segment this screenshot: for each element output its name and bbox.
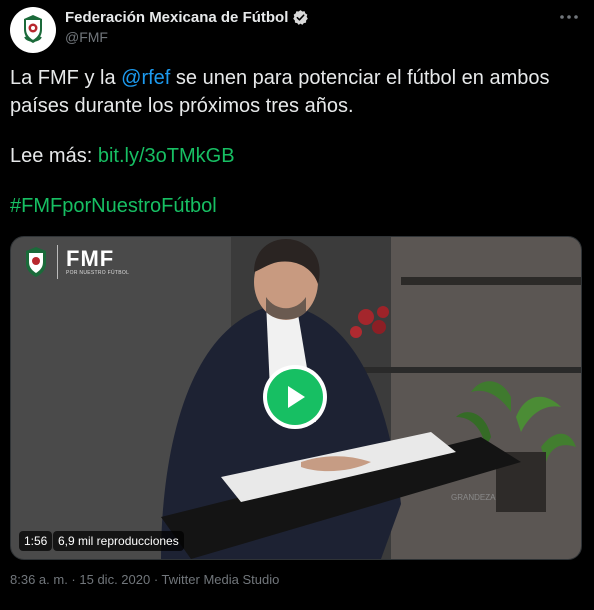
video-player[interactable]: GRANDEZA FMF POR NUESTRO FÚTBOL 1:56 6,9… — [10, 236, 582, 560]
author-display-name[interactable]: Federación Mexicana de Fútbol — [65, 9, 288, 26]
avatar[interactable] — [10, 7, 56, 53]
tweet-line-pre: La FMF y la — [10, 67, 122, 89]
verified-badge-icon — [293, 10, 309, 25]
read-more-label: Lee más: — [10, 145, 98, 167]
broadcast-logo: FMF POR NUESTRO FÚTBOL — [23, 245, 129, 279]
mention-link[interactable]: @rfef — [121, 67, 170, 89]
short-link[interactable]: bit.ly/3oTMkGB — [98, 145, 235, 167]
more-options-icon[interactable] — [558, 9, 580, 25]
hashtag-link[interactable]: #FMFporNuestroFútbol — [10, 195, 217, 217]
author-name-row[interactable]: Federación Mexicana de Fútbol — [65, 9, 309, 26]
brand-subtext: POR NUESTRO FÚTBOL — [66, 270, 130, 276]
brand-wordmark: FMF — [66, 246, 115, 271]
fmf-crest-icon — [24, 15, 42, 43]
tweet-date[interactable]: 15 dic. 2020 — [79, 572, 150, 587]
meta-separator: · — [67, 572, 80, 587]
tweet-time[interactable]: 8:36 a. m. — [10, 572, 68, 587]
meta-separator: · — [150, 572, 162, 587]
tweet-source[interactable]: Twitter Media Studio — [162, 572, 280, 587]
author-handle[interactable]: @FMF — [65, 29, 108, 45]
read-more-line: Lee más: bit.ly/3oTMkGB — [10, 142, 580, 170]
tweet-metadata: 8:36 a. m. · 15 dic. 2020 · Twitter Medi… — [10, 572, 279, 587]
play-icon — [288, 386, 305, 408]
video-duration: 1:56 — [19, 531, 53, 551]
tweet-card: Federación Mexicana de Fútbol @FMF La FM… — [0, 0, 594, 610]
play-button[interactable] — [263, 365, 327, 429]
tweet-text: La FMF y la @rfef se unen para potenciar… — [10, 64, 580, 220]
background-caption: GRANDEZA — [451, 493, 496, 502]
tweet-body: La FMF y la @rfef se unen para potenciar… — [10, 64, 580, 120]
view-count: 6,9 mil reproducciones — [53, 531, 184, 551]
fmf-crest-icon — [26, 247, 46, 277]
